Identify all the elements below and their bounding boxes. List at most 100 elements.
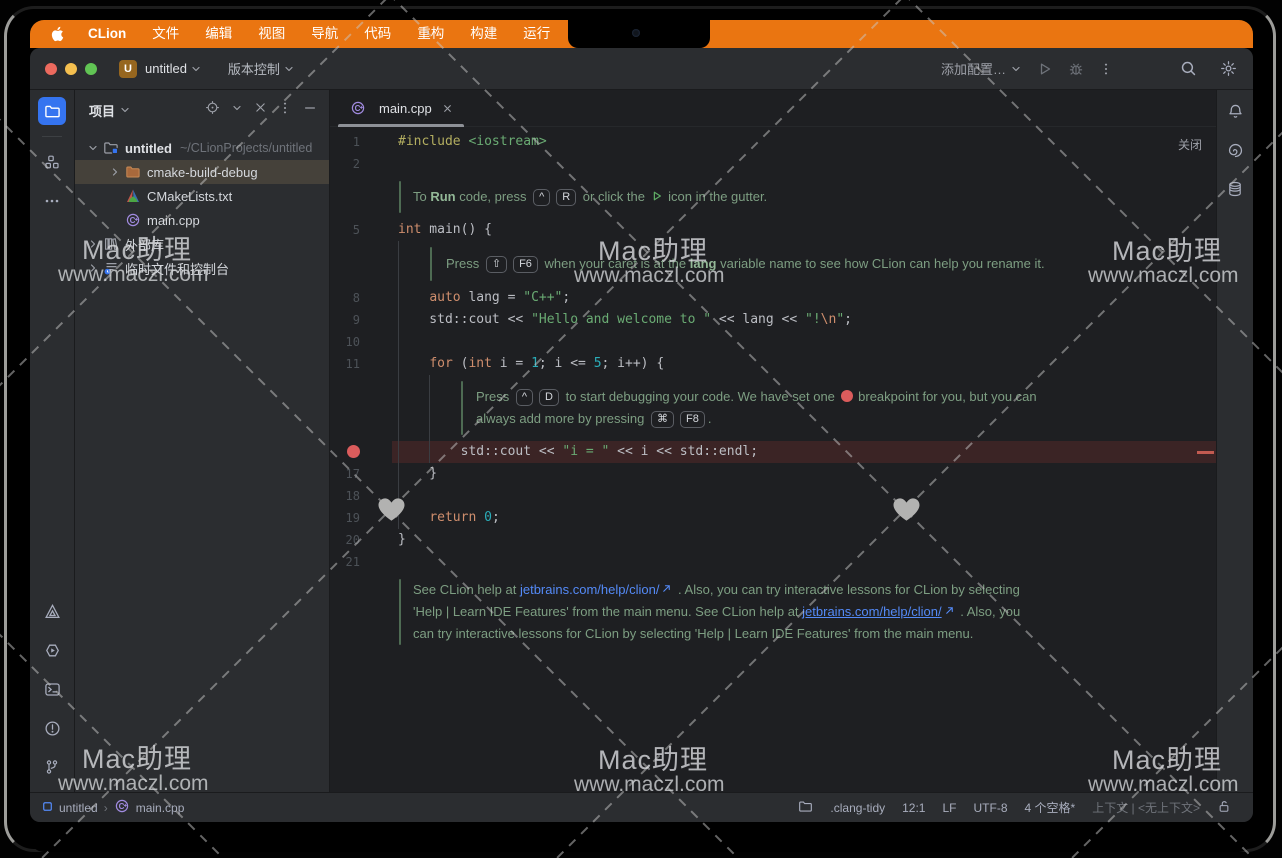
menu-item-7[interactable]: 构建: [457, 20, 510, 48]
tab-main-cpp[interactable]: C main.cpp: [338, 90, 464, 126]
settings-button[interactable]: [1220, 60, 1237, 77]
menu-item-1[interactable]: 文件: [139, 20, 192, 48]
code-token: ; i <=: [539, 356, 594, 371]
problems-icon[interactable]: [38, 714, 66, 742]
code-line-21[interactable]: 21: [330, 551, 1216, 573]
run-configuration-selector[interactable]: 添加配置…: [941, 59, 1022, 78]
version-control-icon[interactable]: [38, 753, 66, 781]
more-icon[interactable]: [38, 187, 66, 215]
code-line-18[interactable]: 18: [330, 485, 1216, 507]
dismiss-tips-link[interactable]: 关闭: [1178, 136, 1202, 153]
code-line-19[interactable]: 19 return 0;: [330, 507, 1216, 529]
run-button[interactable]: [1037, 61, 1053, 77]
tree-chevron-icon[interactable]: [85, 262, 101, 274]
menu-item-5[interactable]: 代码: [351, 20, 404, 48]
menu-item-4[interactable]: 导航: [298, 20, 351, 48]
tree-item-4[interactable]: 外部库: [75, 232, 329, 256]
help-link[interactable]: jetbrains.com/help/clion/: [802, 604, 941, 619]
line-number[interactable]: 8: [330, 287, 360, 309]
code-editor[interactable]: 关闭 1#include <iostream>2To Run code, pre…: [330, 127, 1216, 792]
services-icon[interactable]: [38, 636, 66, 664]
tree-chevron-icon[interactable]: [85, 238, 101, 250]
code-line-10[interactable]: 10: [330, 331, 1216, 353]
tree-item-1[interactable]: cmake-build-debug: [75, 160, 329, 184]
hint-text: To: [413, 189, 430, 204]
hint-text: always add more by pressing: [476, 411, 648, 426]
hint-text: or click the: [579, 189, 648, 204]
code-line-17[interactable]: 17 }: [330, 463, 1216, 485]
project-name-menu[interactable]: untitled: [145, 61, 187, 76]
line-number[interactable]: 19: [330, 507, 360, 529]
terminal-icon[interactable]: [38, 675, 66, 703]
code-token: lang =: [461, 290, 524, 305]
lock-icon[interactable]: [1217, 799, 1231, 817]
project-panel-title[interactable]: 项目: [89, 101, 115, 120]
code-line-1[interactable]: 1#include <iostream>: [330, 131, 1216, 153]
debug-button[interactable]: [1068, 61, 1084, 77]
menu-item-3[interactable]: 视图: [245, 20, 298, 48]
code-line-8[interactable]: 8 auto lang = "C++";: [330, 287, 1216, 309]
cmake-tool-icon[interactable]: [38, 597, 66, 625]
tree-item-0[interactable]: untitled~/CLionProjects/untitled: [75, 136, 329, 160]
menu-item-6[interactable]: 重构: [404, 20, 457, 48]
menu-item-8[interactable]: 运行: [510, 20, 563, 48]
breadcrumb-project[interactable]: untitled: [59, 801, 98, 815]
tree-chevron-icon[interactable]: [107, 166, 123, 178]
tree-item-2[interactable]: CMakeLists.txt: [75, 184, 329, 208]
status-item-0[interactable]: .clang-tidy: [830, 801, 885, 815]
line-number[interactable]: 17: [330, 463, 360, 485]
tree-item-3[interactable]: Cmain.cpp: [75, 208, 329, 232]
code-line-9[interactable]: 9 std::cout << "Hello and welcome to " <…: [330, 309, 1216, 331]
line-number[interactable]: 9: [330, 309, 360, 331]
editor-column: C main.cpp 关闭 1#include <iostream>2To Ru…: [330, 90, 1216, 792]
search-everywhere-button[interactable]: [1180, 60, 1197, 77]
line-number[interactable]: 10: [330, 331, 360, 353]
collapse-all-icon[interactable]: [254, 101, 267, 119]
breadcrumb-file[interactable]: main.cpp: [136, 801, 185, 815]
menu-item-0[interactable]: CLion: [75, 20, 139, 48]
folder-icon[interactable]: [798, 799, 813, 817]
line-number[interactable]: 21: [330, 551, 360, 573]
menu-item-2[interactable]: 编辑: [192, 20, 245, 48]
hide-panel-icon[interactable]: [303, 101, 317, 120]
code-line-2[interactable]: 2: [330, 153, 1216, 175]
status-item-4[interactable]: 4 个空格*: [1025, 799, 1076, 816]
line-number[interactable]: 11: [330, 353, 360, 375]
status-item-1[interactable]: 12:1: [902, 801, 925, 815]
status-item-3[interactable]: UTF-8: [974, 801, 1008, 815]
notifications-icon[interactable]: [1221, 97, 1249, 125]
code-line-11[interactable]: 11 for (int i = 1; i <= 5; i++) {: [330, 353, 1216, 375]
help-link[interactable]: jetbrains.com/help/clion/: [520, 582, 659, 597]
code-line-20[interactable]: 20}: [330, 529, 1216, 551]
project-tool-icon[interactable]: [38, 97, 66, 125]
line-number[interactable]: 5: [330, 219, 360, 241]
panel-options-icon[interactable]: [278, 101, 292, 120]
expand-icon[interactable]: [231, 101, 243, 119]
chevron-down-icon: [119, 104, 131, 116]
tree-item-5[interactable]: 临时文件和控制台: [75, 256, 329, 280]
close-window-button[interactable]: [45, 63, 57, 75]
line-number[interactable]: 20: [330, 529, 360, 551]
ai-assistant-icon[interactable]: [1221, 136, 1249, 164]
status-item-5[interactable]: 上下文 | <无上下文>: [1092, 799, 1200, 816]
line-number[interactable]: 1: [330, 131, 360, 153]
structure-icon[interactable]: [38, 148, 66, 176]
line-number[interactable]: [330, 441, 360, 463]
line-number[interactable]: 2: [330, 153, 360, 175]
locate-file-icon[interactable]: [205, 100, 220, 120]
code-line-16[interactable]: std::cout << "i = " << i << std::endl;: [330, 441, 1216, 463]
close-tab-icon[interactable]: [441, 102, 454, 115]
code-line-5[interactable]: 5int main() {: [330, 219, 1216, 241]
apple-menu-icon[interactable]: [50, 26, 65, 43]
status-item-2[interactable]: LF: [942, 801, 956, 815]
vcs-menu[interactable]: 版本控制: [228, 59, 280, 78]
tree-chevron-icon[interactable]: [85, 142, 101, 154]
code-token: "i = ": [562, 444, 609, 459]
line-number[interactable]: 18: [330, 485, 360, 507]
more-actions-button[interactable]: [1099, 62, 1113, 76]
database-icon[interactable]: [1221, 175, 1249, 203]
breakpoint-dot[interactable]: [347, 445, 360, 458]
minimize-window-button[interactable]: [65, 63, 77, 75]
zoom-window-button[interactable]: [85, 63, 97, 75]
hint-text: . Also, you can try interactive lessons …: [674, 582, 1019, 597]
